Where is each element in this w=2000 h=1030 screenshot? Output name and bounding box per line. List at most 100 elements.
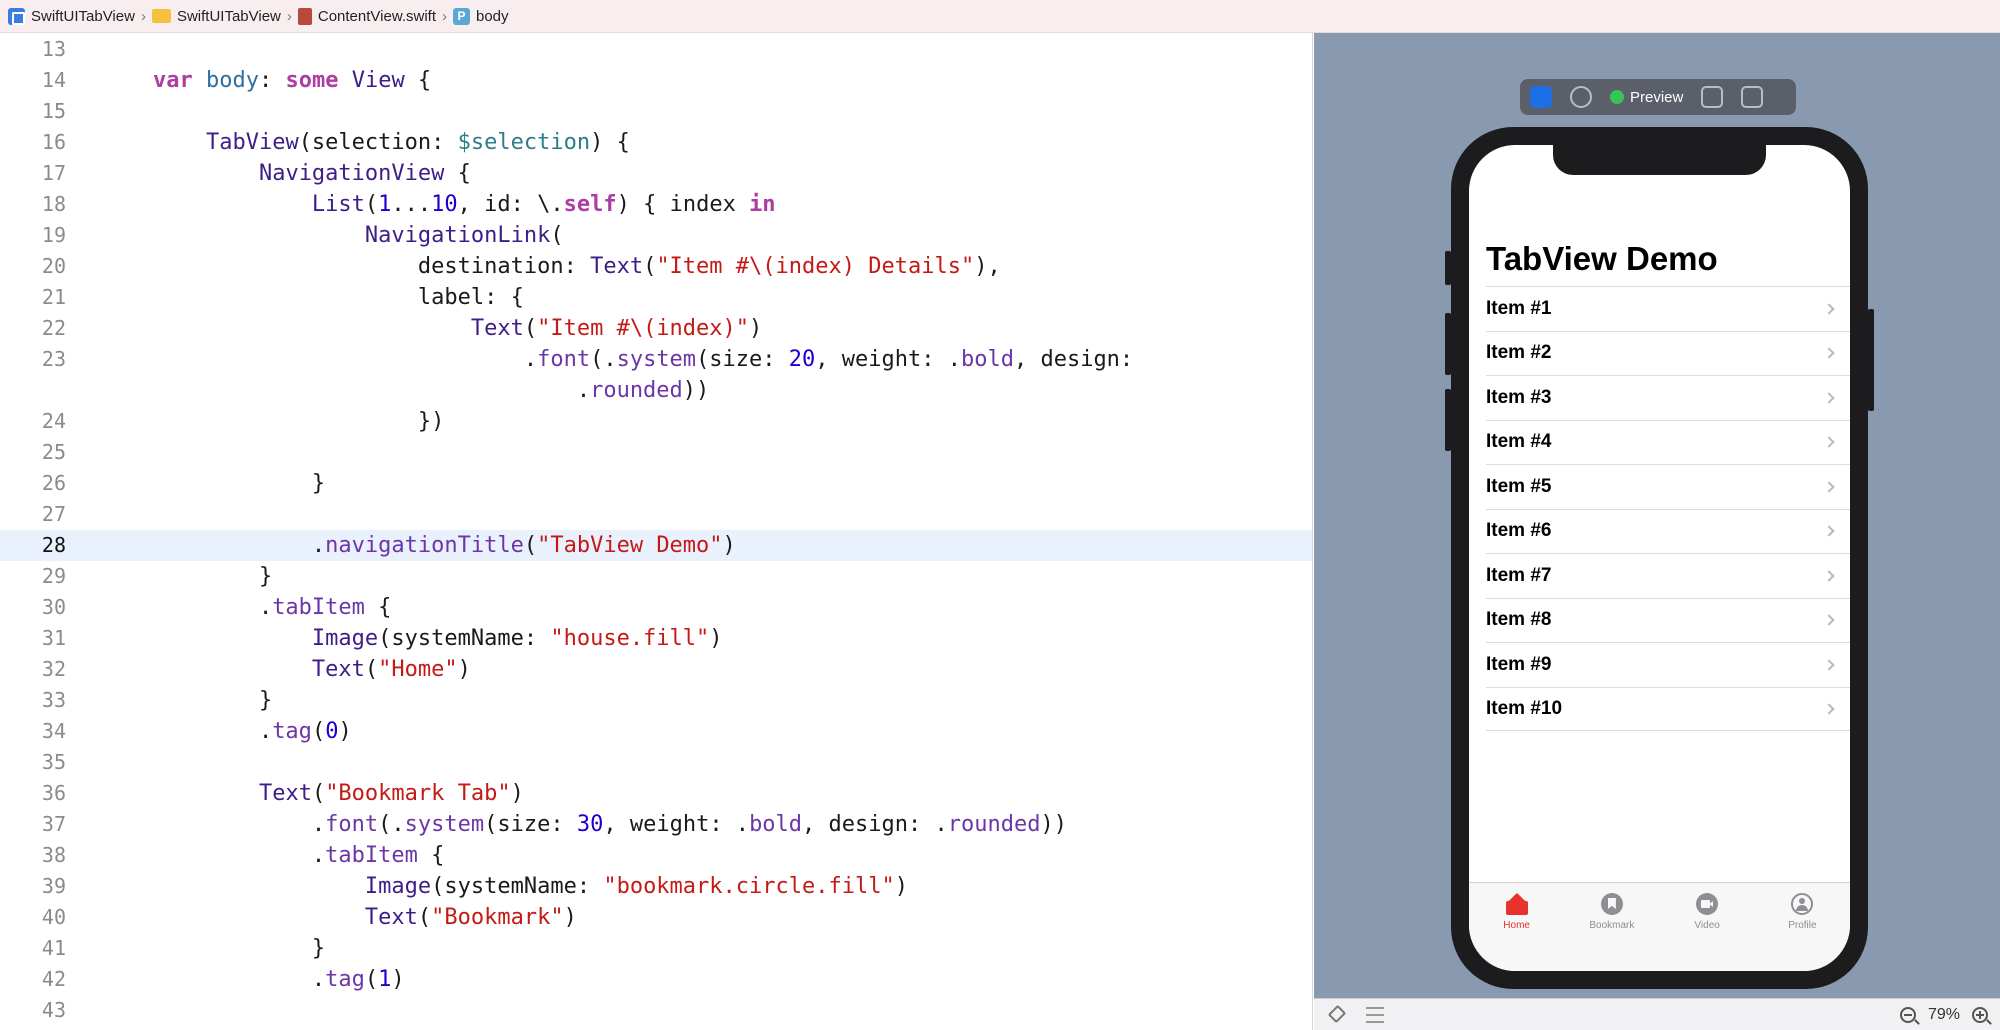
- code-text: }: [100, 688, 273, 713]
- code-line[interactable]: 40 Text("Bookmark"): [0, 902, 1312, 933]
- list-item-label: Item #7: [1486, 564, 1552, 586]
- line-number: 35: [41, 750, 66, 774]
- list-item-label: Item #5: [1486, 475, 1552, 497]
- bookmark-circle-icon: [1599, 891, 1625, 917]
- code-line[interactable]: 36 Text("Bookmark Tab"): [0, 778, 1312, 809]
- code-text: .tag(0): [100, 719, 352, 744]
- code-line[interactable]: 15: [0, 96, 1312, 127]
- list-item[interactable]: Item #7: [1486, 553, 1850, 598]
- code-text: var body: some View {: [152, 68, 432, 93]
- duplicate-icon[interactable]: [1741, 86, 1764, 108]
- breadcrumb-group[interactable]: SwiftUITabView: [151, 0, 281, 33]
- code-line[interactable]: 19 NavigationLink(: [0, 220, 1312, 251]
- item-list: Item #1 Item #2 Item #3 Item #4 Item #5 Item …: [1486, 286, 1850, 731]
- code-line[interactable]: 22 Text("Item #\(index)"): [0, 313, 1312, 344]
- code-text: Text("Home"): [311, 657, 471, 682]
- list-item[interactable]: Item #8: [1486, 597, 1850, 643]
- code-text: }: [100, 936, 326, 961]
- monitor-icon[interactable]: [1701, 86, 1724, 108]
- zoom-out-icon[interactable]: [1899, 1006, 1916, 1023]
- code-line[interactable]: 21 label: {: [0, 282, 1312, 313]
- line-number: 13: [41, 37, 66, 61]
- code-line[interactable]: 31 Image(systemName: "house.fill"): [0, 623, 1312, 654]
- tab-profile[interactable]: Profile: [1762, 891, 1842, 971]
- list-item[interactable]: Item #4: [1486, 419, 1850, 465]
- code-line[interactable]: 39 Image(systemName: "bookmark.circle.fi…: [0, 871, 1312, 902]
- list-item-label: Item #2: [1486, 342, 1552, 364]
- list-item[interactable]: Item #2: [1486, 330, 1850, 376]
- code-line[interactable]: .rounded)): [0, 375, 1312, 406]
- line-number: 38: [41, 843, 66, 867]
- code-line[interactable]: 18 List(1...10, id: \.self) { index in: [0, 189, 1312, 220]
- tab-label: Video: [1694, 920, 1720, 931]
- tab-bookmark[interactable]: Bookmark: [1572, 891, 1652, 971]
- tab-video[interactable]: Video: [1667, 891, 1747, 971]
- chevron-right-icon: ›: [442, 7, 447, 25]
- code-line[interactable]: 33 }: [0, 685, 1312, 716]
- code-line[interactable]: 44 Text("Video Tab"): [0, 1026, 1312, 1030]
- breadcrumb-symbol[interactable]: P body: [453, 0, 509, 33]
- live-preview-icon[interactable]: [1530, 86, 1552, 108]
- breadcrumb-project[interactable]: SwiftUITabView: [8, 0, 135, 33]
- code-line[interactable]: 30 .tabItem {: [0, 592, 1312, 623]
- list-item-label: Item #9: [1486, 653, 1552, 675]
- line-number: 33: [41, 688, 66, 712]
- phone-screen: TabView Demo Item #1 Item #2 Item #3 Item #…: [1469, 145, 1850, 971]
- tab-home[interactable]: Home: [1477, 891, 1557, 971]
- code-line[interactable]: 17 NavigationView {: [0, 158, 1312, 189]
- code-text: }: [100, 471, 326, 496]
- line-number: 28: [41, 533, 66, 557]
- code-line[interactable]: 29 }: [0, 561, 1312, 592]
- code-line[interactable]: 24 }): [0, 406, 1312, 437]
- line-number: 16: [41, 130, 66, 154]
- code-line[interactable]: 35: [0, 747, 1312, 778]
- line-number: 44: [0, 1026, 66, 1030]
- preview-button[interactable]: Preview: [1610, 89, 1683, 106]
- device-icon[interactable]: [1570, 86, 1592, 108]
- code-line[interactable]: 28 .navigationTitle("TabView Demo"): [0, 530, 1312, 561]
- code-line[interactable]: 27: [0, 499, 1312, 530]
- code-line[interactable]: 26 }: [0, 468, 1312, 499]
- list-item-label: Item #4: [1486, 431, 1552, 453]
- code-line[interactable]: 13: [0, 34, 1312, 65]
- line-number: 31: [41, 626, 66, 650]
- code-text: NavigationView {: [258, 161, 471, 186]
- code-line[interactable]: 16 TabView(selection: $selection) {: [0, 127, 1312, 158]
- list-item[interactable]: Item #1: [1486, 286, 1850, 331]
- line-number: 36: [41, 781, 66, 805]
- code-line[interactable]: 25: [0, 437, 1312, 468]
- line-number: 24: [41, 409, 66, 433]
- zoom-in-icon[interactable]: [1972, 1006, 1988, 1023]
- list-item[interactable]: Item #5: [1486, 464, 1850, 509]
- list-item[interactable]: Item #3: [1486, 375, 1850, 420]
- list-item[interactable]: Item #6: [1486, 508, 1850, 554]
- line-number: 19: [41, 223, 66, 247]
- list-item[interactable]: Item #10: [1486, 686, 1850, 731]
- code-line[interactable]: 14 var body: some View {: [0, 65, 1312, 96]
- code-line[interactable]: 42 .tag(1): [0, 964, 1312, 995]
- line-number: 17: [41, 161, 66, 185]
- code-line[interactable]: 41 }: [0, 933, 1312, 964]
- pin-icon[interactable]: [1326, 1006, 1344, 1024]
- code-text: Image(systemName: "house.fill"): [311, 626, 723, 651]
- zoom-level: 79%: [1927, 1005, 1960, 1023]
- code-line[interactable]: 43: [0, 995, 1312, 1026]
- code-line[interactable]: 32 Text("Home"): [0, 654, 1312, 685]
- code-line[interactable]: 34 .tag(0): [0, 716, 1312, 747]
- list-item[interactable]: Item #9: [1486, 642, 1850, 687]
- adjust-icon[interactable]: [1366, 1006, 1384, 1023]
- breadcrumb-file-label: ContentView.swift: [317, 7, 436, 25]
- chevron-right-icon: [1823, 392, 1835, 404]
- code-text: Text("Item #\(index)"): [470, 316, 763, 341]
- iphone-frame: TabView Demo Item #1 Item #2 Item #3 Item #…: [1445, 127, 1874, 989]
- code-text: List(1...10, id: \.self) { index in: [311, 192, 776, 217]
- code-line[interactable]: 37 .font(.system(size: 30, weight: .bold…: [0, 809, 1312, 840]
- person-circle-icon: [1789, 891, 1815, 917]
- code-line[interactable]: 23 .font(.system(size: 20, weight: .bold…: [0, 344, 1312, 375]
- folder-icon: [151, 9, 171, 23]
- line-number: 23: [41, 347, 66, 371]
- code-line[interactable]: 38 .tabItem {: [0, 840, 1312, 871]
- source-editor[interactable]: 13 14 var body: some View {15 16 TabView(s…: [0, 33, 1313, 1030]
- breadcrumb-file[interactable]: ContentView.swift: [297, 0, 436, 33]
- code-line[interactable]: 20 destination: Text("Item #\(index) Det…: [0, 251, 1312, 282]
